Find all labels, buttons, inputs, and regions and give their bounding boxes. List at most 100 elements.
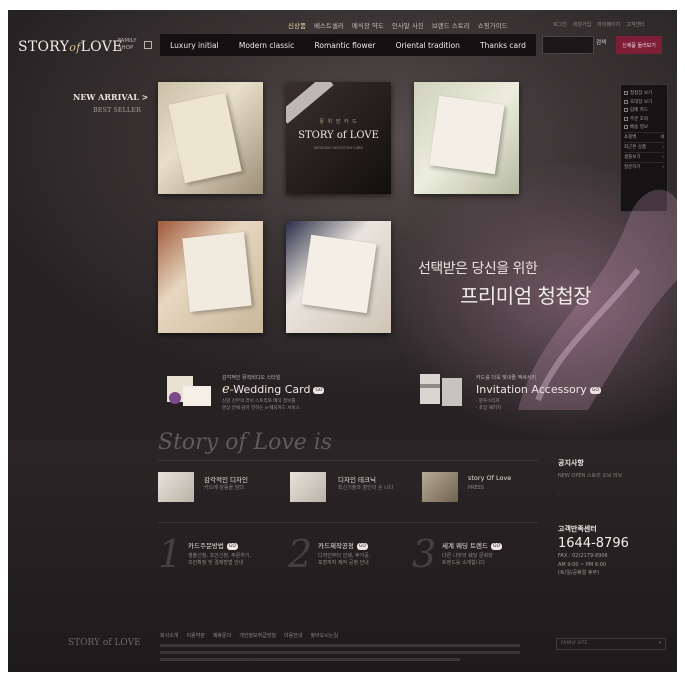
logo-text: STORY	[18, 39, 70, 55]
menu-item-romantic-flower[interactable]: Romantic flower	[315, 41, 376, 50]
chevron-right-icon: ›	[662, 144, 664, 150]
quick-row-recent[interactable]: 최근본 상품 ›	[624, 141, 664, 152]
quick-row-label: 최근본 상품	[624, 145, 647, 150]
top-nav-item[interactable]: 브랜드 스토리	[432, 20, 470, 30]
checkbox-icon	[624, 108, 628, 113]
e-wedding-card-image	[167, 376, 211, 406]
new-arrival-link[interactable]: NEW ARRIVAL >	[73, 92, 148, 102]
desc-line: 샘플신청, 초안신청, 주문하기,	[188, 553, 252, 559]
card-logo: STORY of LOVE	[298, 130, 379, 141]
desc-line: 트렌드를 소개합니다	[442, 560, 485, 566]
footer-link[interactable]: 찾아오시는길	[310, 632, 338, 639]
desc-line: 다른 나라의 웨딩 문화와	[442, 553, 493, 559]
top-nav-item[interactable]: 예식장 약도	[352, 20, 384, 30]
quick-check-item[interactable]: 답례 카드	[624, 106, 664, 115]
e-wedding-title[interactable]: e-Wedding Card GO	[222, 382, 325, 397]
quick-check-label: 배송 정보	[630, 125, 648, 131]
footer-link[interactable]: 이용약관	[186, 632, 204, 639]
guide-title-text: 세계 웨딩 트렌드	[442, 542, 488, 550]
footer-link[interactable]: 이용안내	[284, 632, 302, 639]
accessory-image	[420, 374, 462, 406]
customer-center-title: 고객만족센터	[558, 525, 597, 533]
notice-item[interactable]: ·	[558, 492, 560, 498]
feature-title[interactable]: story Of Love	[468, 474, 511, 482]
logo-text: LOVE	[80, 39, 123, 55]
go-button[interactable]: GO	[589, 386, 601, 394]
product-thumbnail[interactable]	[158, 82, 263, 194]
product-thumbnail-featured[interactable]: 몽 위 앙 카 드 STORY of LOVE WEDDING INVITATI…	[286, 82, 391, 194]
footer-links: 회사소개 이용약관 제휴문의 개인정보취급방침 이용안내 찾아오시는길	[160, 632, 338, 639]
mypage-link[interactable]: 마이페이지	[597, 21, 620, 28]
top-nav-item[interactable]: 쇼핑가이드	[478, 20, 508, 30]
guide-title[interactable]: 카드주문방법 GO	[188, 540, 238, 550]
feature-desc: 카드에 감동을 담다.	[204, 485, 246, 491]
accessory-title[interactable]: Invitation Accessory GO	[476, 383, 601, 396]
feature-title[interactable]: 감각적인 디자인	[204, 474, 248, 484]
checkbox-icon	[624, 99, 628, 104]
guide-title[interactable]: 카드제작공정 GO	[318, 540, 368, 550]
feature-title[interactable]: 디자인 테크닉	[338, 474, 376, 484]
top-nav-item[interactable]: 베스트셀러	[314, 20, 344, 30]
quick-check-item[interactable]: 청첩장 보기	[624, 89, 664, 98]
top-nav: 신상품 베스트셀러 예식장 약도 인사말 사진 브랜드 스토리 쇼핑가이드	[288, 20, 508, 30]
hero-tagline-line2: 프리미엄 청첩장	[460, 284, 592, 308]
notice-item[interactable]: ·	[558, 482, 560, 488]
footer-link[interactable]: 개인정보취급방침	[239, 632, 276, 639]
feature-image	[290, 472, 326, 502]
guide-number: 1	[158, 532, 183, 576]
search-input[interactable]	[542, 36, 594, 54]
quick-check-item[interactable]: 초대장 보기	[624, 98, 664, 107]
quick-check-item[interactable]: 배송 정보	[624, 123, 664, 132]
customer-center-hours: AM 9:00 ~ PM 6:00	[558, 562, 607, 568]
top-nav-item[interactable]: 신상품	[288, 20, 306, 30]
customer-center-link[interactable]: 고객센터	[626, 21, 644, 28]
go-button[interactable]: GO	[356, 542, 368, 550]
product-thumbnail[interactable]	[286, 221, 391, 333]
notice-title: 공지사항	[558, 459, 584, 467]
go-button[interactable]: GO	[491, 542, 503, 550]
checkbox-icon	[624, 116, 628, 121]
footer-link[interactable]: 회사소개	[160, 632, 178, 639]
guide-title[interactable]: 세계 웨딩 트렌드 GO	[442, 540, 503, 550]
login-link[interactable]: 로그인	[553, 21, 567, 28]
cart-count-badge: 0	[661, 134, 664, 140]
desc-line: 신랑 신부의 러브 스토리와 예식 정보를	[222, 399, 296, 404]
menu-item-luxury-initial[interactable]: Luxury initial	[170, 41, 219, 50]
guide-title-text: 카드제작공정	[318, 542, 354, 550]
top-nav-item[interactable]: 인사말 사진	[392, 20, 424, 30]
go-button[interactable]: GO	[313, 386, 325, 394]
chevron-down-icon: ▾	[658, 641, 661, 646]
feature-image	[158, 472, 194, 502]
best-seller-link[interactable]: BEST SELLER	[93, 106, 141, 114]
page-canvas: 신상품 베스트셀러 예식장 약도 인사말 사진 브랜드 스토리 쇼핑가이드 로그…	[8, 10, 677, 672]
customer-center-phone: 1644-8796	[558, 536, 629, 551]
menu-item-oriental-tradition[interactable]: Oriental tradition	[396, 41, 460, 50]
site-logo[interactable]: STORYofLOVE	[18, 39, 123, 55]
guide-desc: 샘플신청, 초안신청, 주문하기, 초안확정 및 결제방법 안내	[188, 553, 251, 567]
notice-item[interactable]: NEW OPEN 스토리 오브 러브	[558, 472, 622, 479]
search-button[interactable]: 검색	[596, 38, 606, 46]
go-button[interactable]: GO	[226, 542, 238, 550]
menu-item-thanks-card[interactable]: Thanks card	[480, 41, 526, 50]
customer-center-fax: FAX : 02)2179-8906	[558, 553, 608, 559]
quick-check-label: 주문 조회	[630, 116, 648, 122]
footer-logo: STORY of LOVE	[68, 638, 141, 648]
quick-check-item[interactable]: 주문 조회	[624, 115, 664, 124]
product-thumbnail[interactable]	[158, 221, 263, 333]
card-subtitle: WEDDING INVITATION CARD	[313, 146, 364, 150]
guide-desc: 디자인부터 인쇄, 후가공, 포장까지 제작 공정 안내	[318, 553, 370, 567]
family-site-select[interactable]: FAMILY SITE ▾	[556, 638, 666, 650]
guide-title-text: 카드주문방법	[188, 542, 224, 550]
join-link[interactable]: 회원가입	[573, 21, 591, 28]
quick-row-cart[interactable]: 쇼핑백 0	[624, 131, 664, 142]
chevron-right-icon: ›	[662, 154, 664, 160]
card-image	[182, 231, 252, 313]
menu-item-modern-classic[interactable]: Modern classic	[239, 41, 294, 50]
card-image	[168, 92, 242, 184]
feature-image	[422, 472, 458, 502]
family-site-label: FAMILY SITE	[561, 641, 588, 646]
family-shop-toggle[interactable]	[144, 41, 152, 49]
new-product-button[interactable]: 신제품 둘러보기	[616, 36, 662, 54]
desc-line: 영상 안에 담아 전하는 e-웨딩카드 서비스	[222, 406, 300, 411]
footer-link[interactable]: 제휴문의	[213, 632, 231, 639]
